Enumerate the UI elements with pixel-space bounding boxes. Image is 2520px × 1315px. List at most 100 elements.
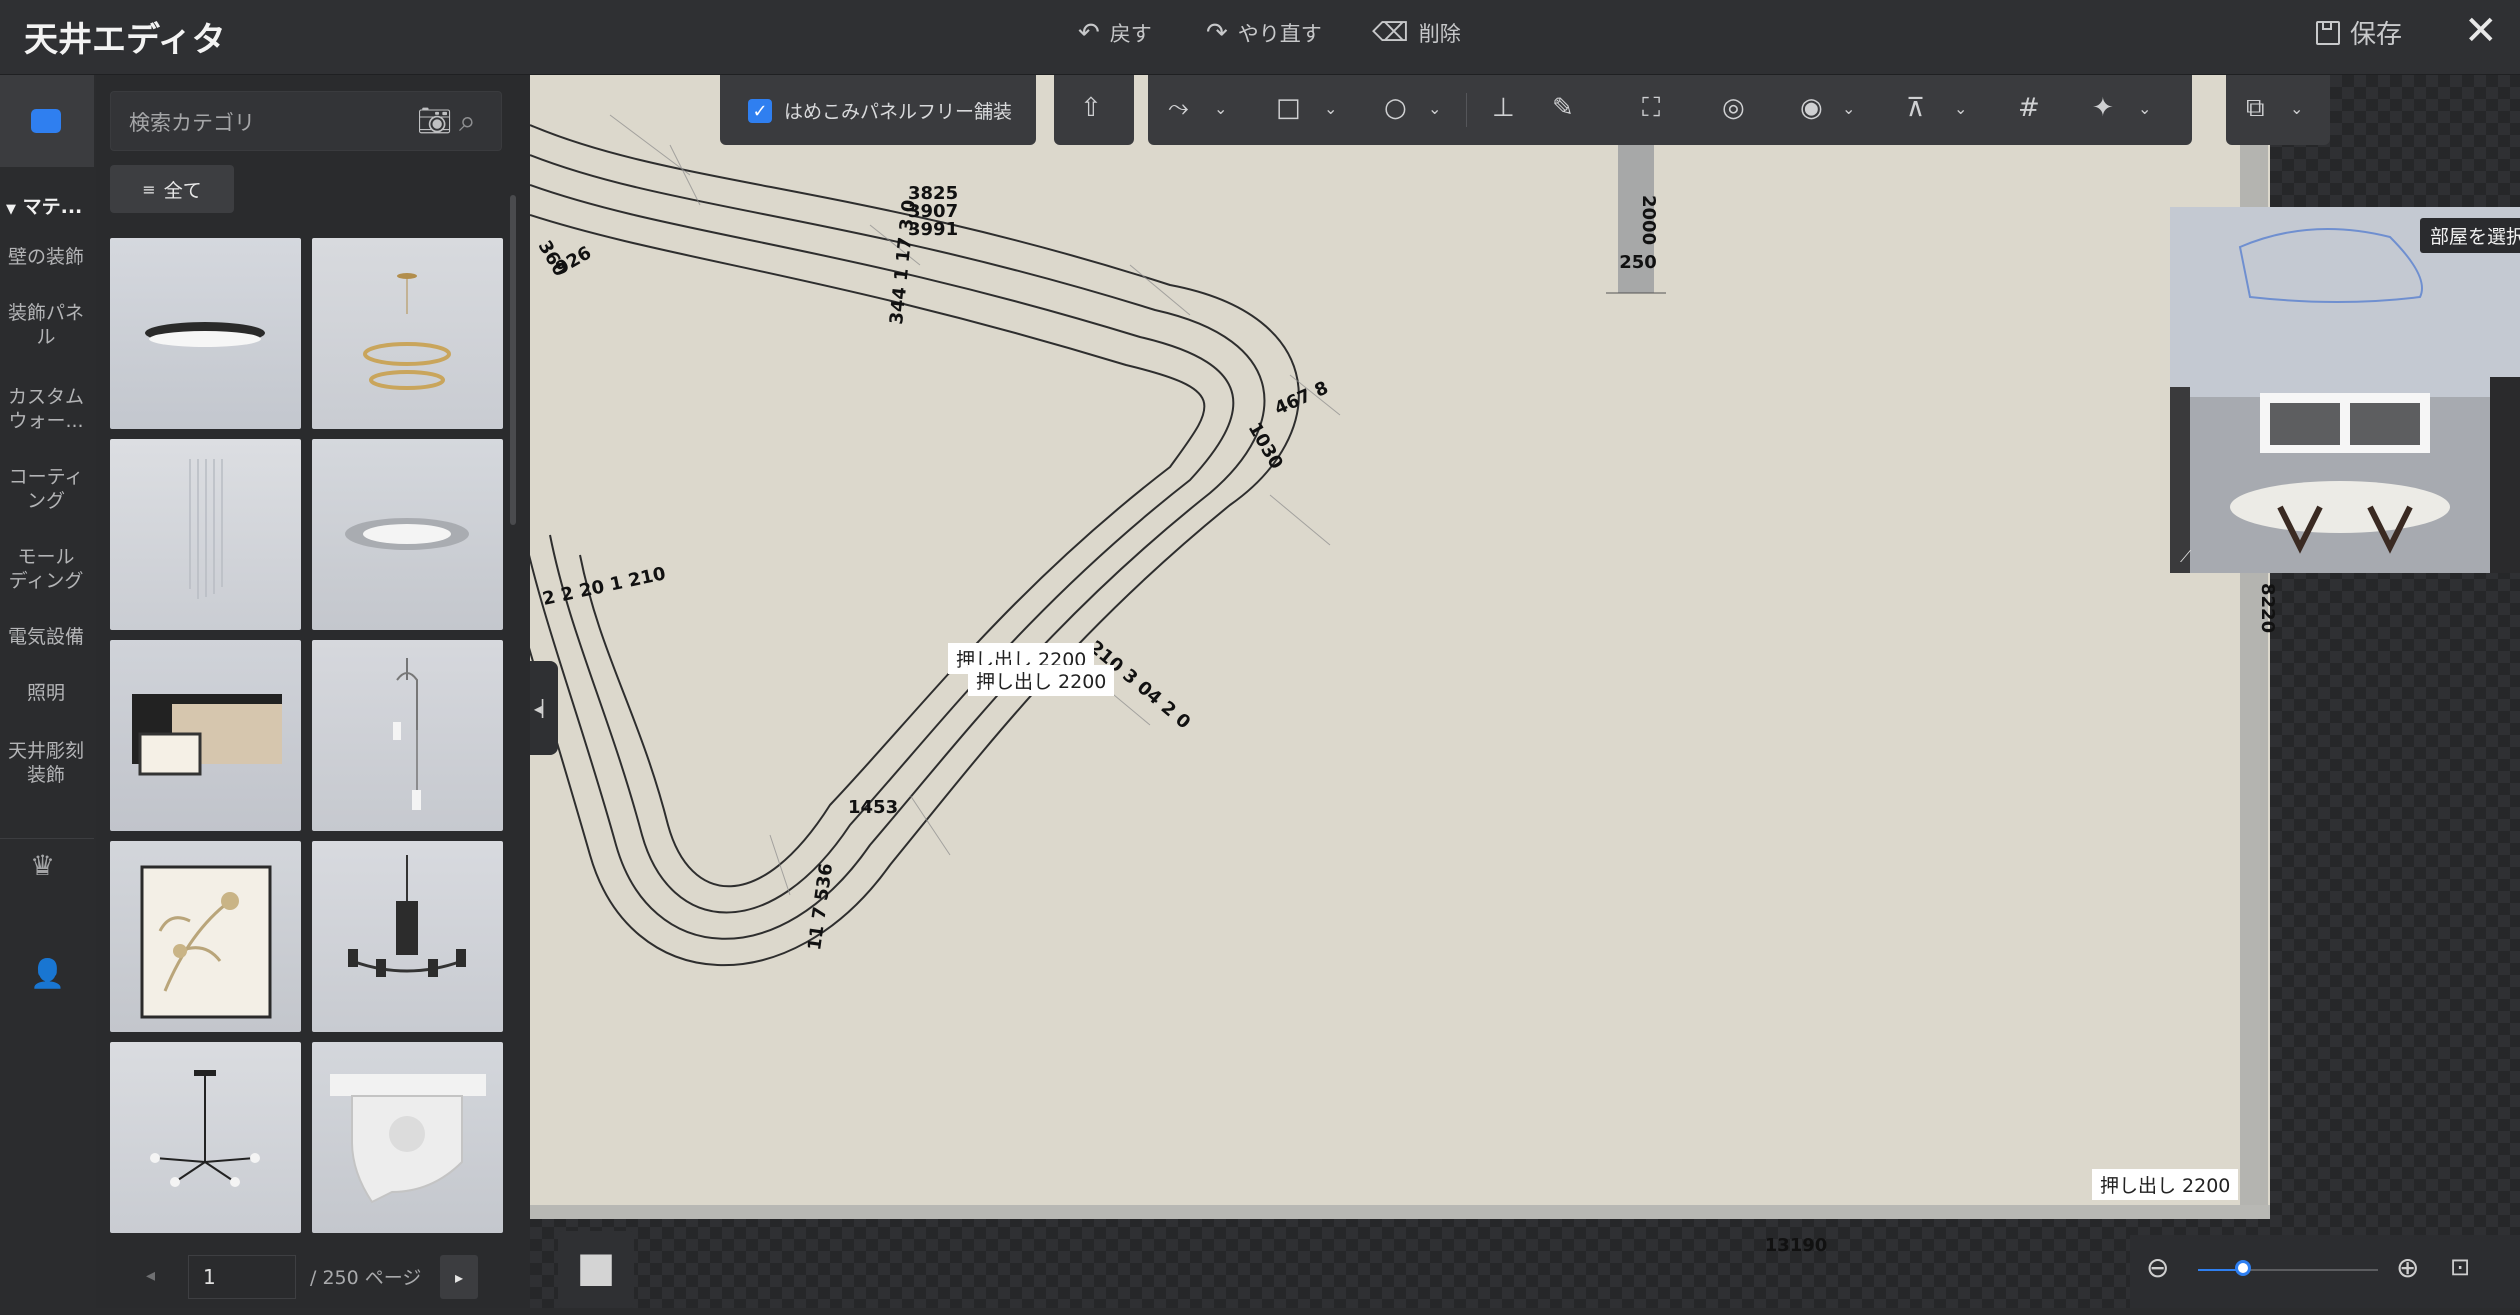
pendant-light-icon xyxy=(393,658,421,810)
delete-button[interactable]: ⌫ 削除 xyxy=(1372,18,1461,48)
catalog-panel: 検索カテゴリ 📷︎ ⌕ ≡ 全て ◂ 1 / 250 ページ ▸ xyxy=(96,75,530,1308)
next-page-button[interactable]: ▸ xyxy=(440,1255,478,1299)
fit-view-icon[interactable]: ⛶ xyxy=(1642,93,1660,124)
catalog-tile-recessed-ring-light[interactable] xyxy=(312,439,503,630)
camera-icon[interactable]: 📷︎ xyxy=(417,104,453,137)
catalog-tile-ring-chandelier[interactable] xyxy=(312,238,503,429)
catalog-pagination: ◂ 1 / 250 ページ ▸ xyxy=(96,1255,530,1315)
catalog-tile-floral-drum-light[interactable] xyxy=(110,841,301,1032)
fit-screen-icon[interactable]: ⊡ xyxy=(2450,1253,2470,1281)
rail-item-decor-panel[interactable]: 装飾パネル xyxy=(0,301,92,349)
catalog-tile-square-panel-light[interactable] xyxy=(110,640,301,831)
rail-item-coating[interactable]: コーティング xyxy=(0,465,92,513)
undo-button[interactable]: ↶ 戻す xyxy=(1078,18,1152,48)
prev-page-icon[interactable]: ◂ xyxy=(146,1265,155,1286)
upload-icon[interactable]: ⇧ xyxy=(1080,93,1102,123)
cube-icon: ⬛︎ xyxy=(579,1250,612,1288)
collapse-panel-button[interactable]: ◂▏ xyxy=(530,661,558,755)
select-room-tooltip: 部屋を選択 xyxy=(2420,218,2520,253)
extrusion-label[interactable]: 押し出し 2200 xyxy=(968,665,1115,696)
save-label: 保存 xyxy=(2350,20,2403,50)
catalog-tile-lantern-chandelier[interactable] xyxy=(312,841,503,1032)
eraser-icon: ⌫ xyxy=(1372,18,1409,48)
toolbar-copy-group: ⧉ ⌄ xyxy=(2226,75,2330,145)
rail-item-molding[interactable]: モールディング xyxy=(0,545,92,593)
app-title: 天井エディタ xyxy=(24,20,226,60)
chevron-down-icon[interactable]: ⌄ xyxy=(1214,99,1227,118)
zoom-region-icon[interactable]: ◎ xyxy=(1722,93,1745,123)
edit-panel-icon[interactable]: ✎ xyxy=(1552,93,1574,123)
circle-icon[interactable]: ○ xyxy=(1384,93,1407,123)
floppy-icon xyxy=(2316,20,2340,45)
catalog-scrollbar[interactable] xyxy=(510,195,516,525)
redo-button[interactable]: ↷ やり直す xyxy=(1206,18,1322,48)
room-floor xyxy=(530,75,2270,1217)
close-icon: ✕ xyxy=(2464,8,2498,54)
inlay-panel-checkbox[interactable]: ✓ xyxy=(748,99,772,123)
materials-tab[interactable] xyxy=(0,75,94,167)
curve-draw-icon[interactable]: ⤳ xyxy=(1168,93,1189,124)
collapse-left-icon: ◂▏ xyxy=(533,698,555,718)
catalog-tile-pendant-light[interactable] xyxy=(312,640,503,831)
ruler-icon[interactable]: ⊥ xyxy=(1492,93,1515,123)
undo-label: 戻す xyxy=(1109,22,1152,46)
undo-icon: ↶ xyxy=(1078,18,1100,48)
rail-divider xyxy=(0,838,94,839)
catalog-tile-round-flush-light[interactable] xyxy=(110,238,301,429)
rail-item-wall-decor[interactable]: 壁の装飾 xyxy=(0,245,92,269)
chevron-down-icon[interactable]: ⌄ xyxy=(2138,99,2151,118)
user-icon[interactable]: 👤 xyxy=(30,957,65,990)
toolbar-checkbox-group: ✓ はめこみパネルフリー舗装 xyxy=(720,75,1036,145)
catalog-tile-ornate-corbel[interactable] xyxy=(312,1042,503,1233)
rail-item-custom-wall[interactable]: カスタムウォー... xyxy=(0,385,92,433)
chevron-down-icon[interactable]: ⌄ xyxy=(1324,99,1337,118)
3d-view-button[interactable]: ⬛︎ xyxy=(558,1231,634,1308)
resize-grip-icon[interactable]: ⟋ xyxy=(2180,547,2191,567)
save-button[interactable]: 保存 xyxy=(2316,14,2402,51)
filter-icon: ≡ xyxy=(142,179,156,199)
zoom-in-icon[interactable]: ⊕ xyxy=(2396,1251,2419,1284)
close-button[interactable]: ✕ xyxy=(2464,8,2498,54)
search-input[interactable]: 検索カテゴリ 📷︎ ⌕ xyxy=(110,91,502,151)
drawing-canvas[interactable]: 250 2000 13190 8220 3825 3907 3991 360 9… xyxy=(530,75,2520,1308)
zoom-slider-handle[interactable] xyxy=(2235,1260,2251,1276)
inlay-panel-label: はめこみパネルフリー舗装 xyxy=(784,101,1013,123)
rail-item-lighting[interactable]: 照明 xyxy=(0,681,92,705)
copy-icon[interactable]: ⧉ xyxy=(2246,93,2265,124)
toolbar-tools-group: ⤳ ⌄ □ ⌄ ○ ⌄ ⊥ ✎ ⛶ ◎ ◉ ⌄ ⊼ ⌄ # ✦ ⌄ xyxy=(1148,75,2192,145)
section-header[interactable]: ▼ マテ... xyxy=(6,192,82,219)
zoom-out-icon[interactable]: ⊖ xyxy=(2146,1251,2169,1284)
toolbar-upload-group: ⇧ xyxy=(1054,75,1134,145)
chevron-down-icon[interactable]: ⌄ xyxy=(2290,99,2303,118)
dim-seg-6: 1453 xyxy=(848,797,898,818)
chevron-down-icon[interactable]: ⌄ xyxy=(1428,99,1441,118)
3d-preview[interactable]: ⟋ xyxy=(2170,207,2520,573)
search-icon[interactable]: ⌕ xyxy=(459,104,476,139)
filter-all-label: 全て xyxy=(163,179,202,202)
recessed-ring-light-icon xyxy=(345,518,469,550)
column-width-label: 250 xyxy=(1619,252,1657,273)
catalog-tile-spider-chandelier[interactable] xyxy=(110,1042,301,1233)
ornate-corbel-icon xyxy=(330,1074,486,1204)
extrusion-label[interactable]: 押し出し 2200 xyxy=(2092,1169,2239,1200)
crystal-chandelier-icon xyxy=(189,459,223,599)
chevron-down-icon[interactable]: ⌄ xyxy=(1842,99,1855,118)
search-placeholder: 検索カテゴリ xyxy=(129,111,255,135)
chevron-down-icon[interactable]: ⌄ xyxy=(1954,99,1967,118)
crown-icon[interactable]: ♛ xyxy=(30,849,55,882)
title-bar: 天井エディタ ↶ 戻す ↷ やり直す ⌫ 削除 保存 ✕ xyxy=(0,0,2520,75)
catalog-tile-crystal-chandelier[interactable] xyxy=(110,439,301,630)
rectangle-icon[interactable]: □ xyxy=(1276,93,1301,123)
magic-tool-icon[interactable]: ✦ xyxy=(2092,93,2114,123)
align-icon[interactable]: ⊼ xyxy=(1906,93,1925,123)
rail-item-ceiling-carving[interactable]: 天井彫刻装飾 xyxy=(0,739,92,787)
zoom-slider[interactable] xyxy=(2198,1260,2378,1276)
page-number-input[interactable]: 1 xyxy=(188,1255,296,1299)
lantern-chandelier-icon xyxy=(348,855,466,977)
floral-drum-light-icon xyxy=(140,865,272,1019)
filter-all-button[interactable]: ≡ 全て xyxy=(110,165,234,213)
eye-icon[interactable]: ◉ xyxy=(1800,93,1823,123)
grid-icon[interactable]: # xyxy=(2018,93,2040,123)
ring-chandelier-icon xyxy=(363,273,451,390)
rail-item-electrical[interactable]: 電気設備 xyxy=(0,625,92,649)
